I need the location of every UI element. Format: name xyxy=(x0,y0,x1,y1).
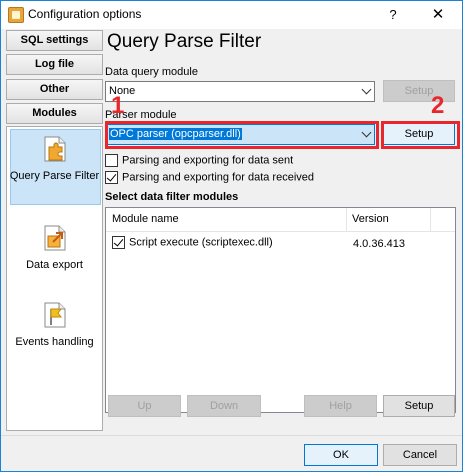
annotation-number-1: 1 xyxy=(111,92,125,119)
filter-section-title: Select data filter modules xyxy=(105,191,239,203)
filter-modules-list[interactable]: Module name Version Script execute (scri… xyxy=(105,207,456,413)
parser-module-select[interactable]: OPC parser (opcparser.dll) xyxy=(105,124,375,145)
modules-panel: Query Parse Filter Data export Events ha… xyxy=(6,126,103,431)
data-query-module-label: Data query module xyxy=(105,66,198,78)
tab-other[interactable]: Other xyxy=(6,79,103,100)
checkbox[interactable] xyxy=(105,171,118,184)
page-title: Query Parse Filter xyxy=(107,31,262,52)
up-button[interactable]: Up xyxy=(108,395,181,417)
sidebar-item-label: Events handling xyxy=(15,336,94,348)
chevron-down-icon xyxy=(361,127,372,138)
tab-sql-settings[interactable]: SQL settings xyxy=(6,30,103,51)
list-header: Module name Version xyxy=(106,208,455,232)
sidebar-item-events-handling[interactable]: Events handling xyxy=(8,299,101,348)
sidebar-item-label: Data export xyxy=(26,259,83,271)
sidebar-item-query-parse-filter[interactable]: Query Parse Filter xyxy=(8,129,101,205)
tab-modules[interactable]: Modules xyxy=(6,103,103,124)
dialog-footer: OK Cancel xyxy=(1,436,462,471)
sidebar-item-label: Query Parse Filter xyxy=(9,170,100,182)
cancel-button[interactable]: Cancel xyxy=(383,444,457,466)
chevron-down-icon xyxy=(361,84,372,95)
flag-icon xyxy=(39,299,71,331)
puzzle-icon xyxy=(39,133,71,165)
sidebar: SQL settings Log file Other Modules Quer… xyxy=(3,30,105,440)
list-item[interactable]: Script execute (scriptexec.dll) 4.0.36.4… xyxy=(106,235,455,253)
app-icon xyxy=(8,7,24,23)
window-title: Configuration options xyxy=(28,7,142,21)
down-button[interactable]: Down xyxy=(187,395,261,417)
column-header-module-name[interactable]: Module name xyxy=(112,213,179,225)
title-bar: Configuration options ? ✕ xyxy=(1,1,462,29)
tab-log-file[interactable]: Log file xyxy=(6,54,103,75)
configuration-window: Configuration options ? ✕ SQL settings L… xyxy=(0,0,463,472)
checkbox[interactable] xyxy=(112,236,125,249)
export-icon xyxy=(39,222,71,254)
sidebar-item-data-export[interactable]: Data export xyxy=(8,222,101,271)
close-button[interactable]: ✕ xyxy=(415,1,461,29)
parser-setup-button[interactable]: Setup xyxy=(383,123,455,145)
checkbox[interactable] xyxy=(105,154,118,167)
data-query-module-select[interactable]: None xyxy=(105,81,375,102)
ok-button[interactable]: OK xyxy=(304,444,378,466)
help-title-button[interactable]: ? xyxy=(370,1,416,29)
filter-setup-button[interactable]: Setup xyxy=(383,395,455,417)
checkbox-data-received[interactable]: Parsing and exporting for data received xyxy=(105,171,314,184)
help-button[interactable]: Help xyxy=(304,395,377,417)
column-header-version[interactable]: Version xyxy=(352,213,389,225)
checkbox-data-sent[interactable]: Parsing and exporting for data sent xyxy=(105,154,293,167)
annotation-number-2: 2 xyxy=(431,92,445,119)
content-area: Query Parse Filter Data query module Non… xyxy=(105,30,462,440)
